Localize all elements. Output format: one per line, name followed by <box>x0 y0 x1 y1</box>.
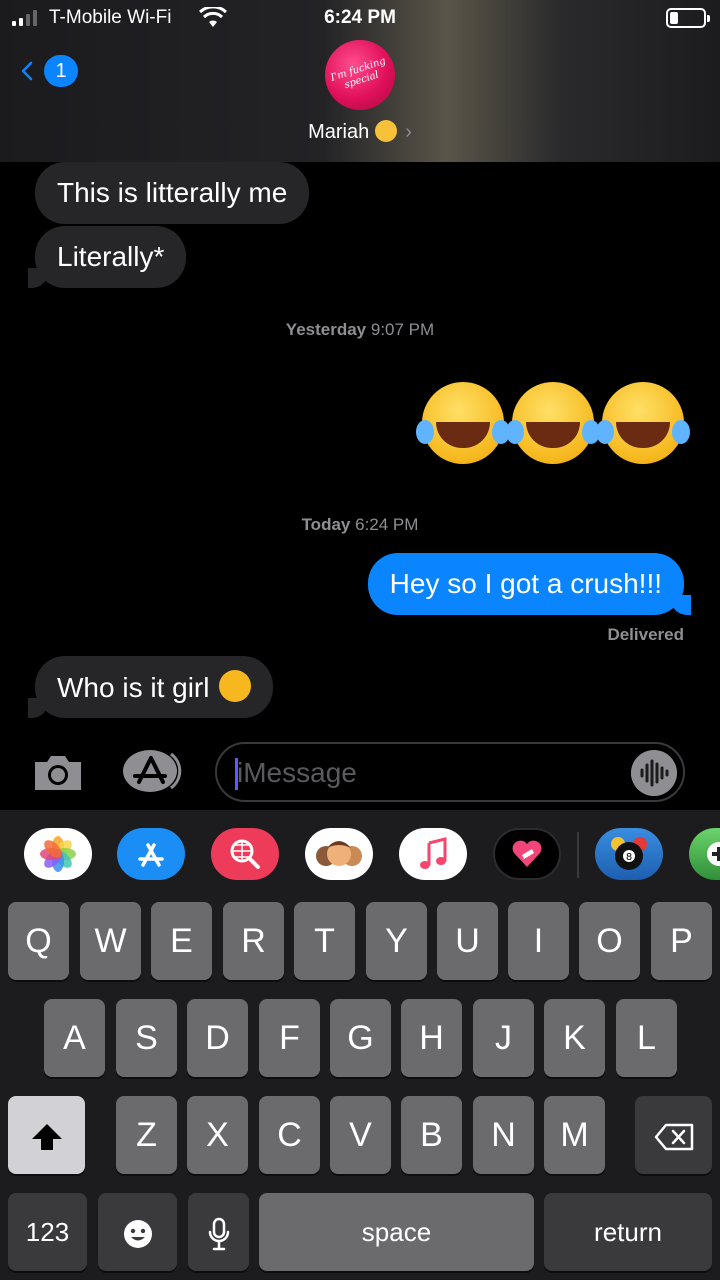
message-bubble-incoming[interactable]: Who is it girl <box>27 656 274 718</box>
photos-app-icon[interactable] <box>24 828 92 880</box>
timestamp-time: 6:24 PM <box>355 515 419 534</box>
camera-icon[interactable] <box>31 752 85 792</box>
contact-name: Mariah <box>308 121 370 143</box>
key-z[interactable]: Z <box>116 1096 177 1174</box>
key-p[interactable]: P <box>651 902 712 980</box>
timestamp-day: Yesterday <box>285 320 367 339</box>
message-text: Hey so I got a crush!!! <box>389 568 662 599</box>
timestamp: Yesterday 9:07 PM <box>0 320 720 340</box>
key-v[interactable]: V <box>330 1096 391 1174</box>
timestamp: Today 6:24 PM <box>0 515 720 535</box>
message-emoji-only-outgoing[interactable] <box>416 380 688 466</box>
contact-avatar[interactable]: I'm fucking special <box>325 40 395 110</box>
emoji-key[interactable] <box>98 1193 177 1271</box>
key-b[interactable]: B <box>401 1096 462 1174</box>
key-g[interactable]: G <box>330 999 391 1077</box>
return-key[interactable]: return <box>544 1193 712 1271</box>
clock: 6:24 PM <box>324 7 396 28</box>
shift-arrow-icon <box>31 1124 62 1151</box>
delivered-status: Delivered <box>607 625 684 644</box>
key-s[interactable]: S <box>116 999 177 1077</box>
tears-of-joy-emoji-icon <box>506 382 594 464</box>
key-t[interactable]: T <box>294 902 355 980</box>
key-c[interactable]: C <box>259 1096 320 1174</box>
memoji-app-icon[interactable] <box>305 828 373 880</box>
message-bubble-incoming[interactable]: This is litterally me <box>35 162 310 224</box>
appstore-app-icon[interactable] <box>117 828 185 880</box>
keyboard: Q W E R T Y U I O P A S D F G H J K L Z … <box>0 902 720 1280</box>
key-f[interactable]: F <box>259 999 320 1077</box>
chevron-right-icon: › <box>405 121 412 143</box>
key-i[interactable]: I <box>508 902 569 980</box>
tears-of-joy-emoji-icon <box>596 382 684 464</box>
message-input[interactable]: iMessage <box>215 742 685 802</box>
key-x[interactable]: X <box>187 1096 248 1174</box>
tears-of-joy-emoji-icon <box>416 382 504 464</box>
unread-count-badge[interactable]: 1 <box>44 55 78 87</box>
timestamp-day: Today <box>301 515 351 534</box>
8ball-pool-app-icon[interactable]: 8 <box>595 828 663 880</box>
delete-icon <box>654 1123 693 1151</box>
key-u[interactable]: U <box>437 902 498 980</box>
imessage-app-drawer: 8 <box>0 810 720 902</box>
app-store-toggle-icon[interactable] <box>121 748 183 794</box>
tears-of-joy-emoji-icon <box>219 670 252 702</box>
audio-message-icon[interactable] <box>631 750 677 796</box>
svg-text:8: 8 <box>626 852 632 863</box>
numbers-key[interactable]: 123 <box>8 1193 87 1271</box>
web-search-app-icon[interactable] <box>211 828 279 880</box>
relieved-face-emoji-icon <box>375 120 398 142</box>
message-bubble-outgoing[interactable]: Hey so I got a crush!!! <box>367 553 692 615</box>
message-text: Who is it girl <box>57 672 210 703</box>
game-app-icon[interactable] <box>689 828 720 880</box>
key-o[interactable]: O <box>579 902 640 980</box>
battery-icon <box>666 8 710 28</box>
key-l[interactable]: L <box>616 999 677 1077</box>
microphone-icon <box>208 1217 229 1251</box>
key-h[interactable]: H <box>401 999 462 1077</box>
key-a[interactable]: A <box>44 999 105 1077</box>
key-n[interactable]: N <box>473 1096 534 1174</box>
shift-key[interactable] <box>8 1096 85 1174</box>
conversation-header: T-Mobile Wi-Fi 6:24 PM 1 I'm fucking spe… <box>0 0 720 162</box>
digital-touch-app-icon[interactable] <box>493 828 561 880</box>
drawer-divider <box>577 832 579 878</box>
message-text: Literally* <box>57 241 165 272</box>
status-bar: T-Mobile Wi-Fi 6:24 PM <box>0 0 720 40</box>
space-key[interactable]: space <box>259 1193 534 1271</box>
contact-name-button[interactable]: Mariah › <box>0 120 720 144</box>
key-r[interactable]: R <box>223 902 284 980</box>
key-m[interactable]: M <box>544 1096 605 1174</box>
key-q[interactable]: Q <box>8 902 69 980</box>
message-text: This is litterally me <box>57 177 288 208</box>
key-y[interactable]: Y <box>366 902 427 980</box>
key-j[interactable]: J <box>473 999 534 1077</box>
dictation-key[interactable] <box>188 1193 249 1271</box>
key-e[interactable]: E <box>151 902 212 980</box>
avatar-text: I'm fucking special <box>329 55 388 91</box>
key-w[interactable]: W <box>80 902 141 980</box>
timestamp-time: 9:07 PM <box>370 320 435 339</box>
emoji-face-icon <box>123 1220 152 1249</box>
message-bubble-incoming[interactable]: Literally* <box>27 226 187 288</box>
music-app-icon[interactable] <box>399 828 467 880</box>
message-input-placeholder: iMessage <box>237 757 357 788</box>
key-k[interactable]: K <box>544 999 605 1077</box>
backspace-key[interactable] <box>635 1096 712 1174</box>
key-d[interactable]: D <box>187 999 248 1077</box>
